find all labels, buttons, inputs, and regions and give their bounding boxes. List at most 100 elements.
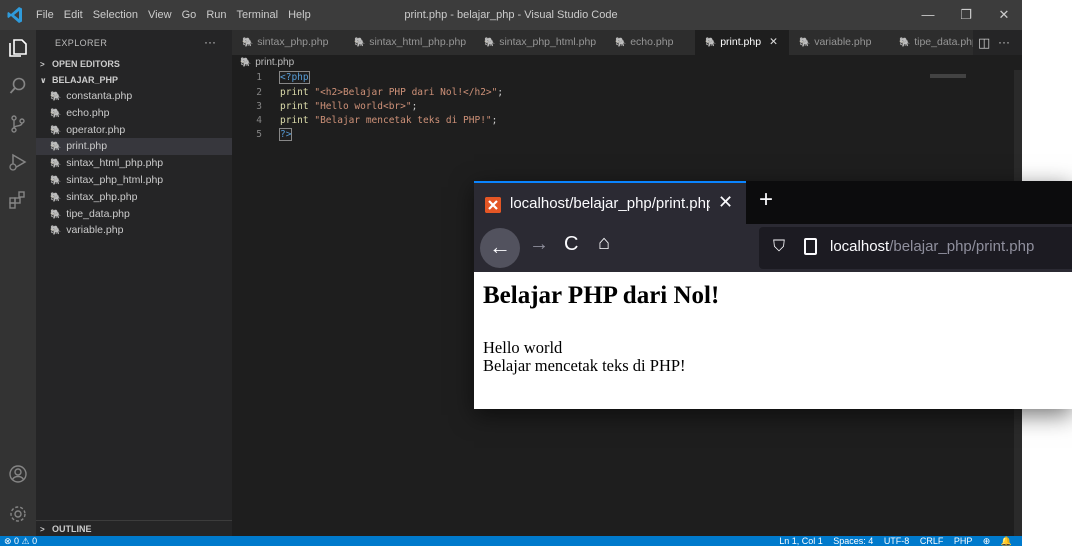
menu-run[interactable]: Run	[206, 9, 226, 21]
file-label: variable.php	[66, 224, 124, 237]
forward-arrow-icon[interactable]: →	[529, 233, 549, 256]
tab-sintax-html-php[interactable]: 🐘 sintax_html_php.php	[344, 30, 474, 55]
php-file-icon: 🐘	[899, 37, 911, 47]
code-line: 4 print "Belajar mencetak teks di PHP!";	[232, 115, 497, 126]
tab-close-icon[interactable]: ✕	[769, 36, 778, 48]
line-ending[interactable]: CRLF	[920, 536, 944, 546]
tab-label: tipe_data.php	[914, 36, 973, 48]
split-editor-icon[interactable]: ◫	[978, 35, 990, 51]
new-tab-button[interactable]: +	[759, 186, 773, 214]
menu-edit[interactable]: Edit	[64, 9, 83, 21]
string-literal: "Hello world<br>"	[314, 101, 412, 112]
menu-terminal[interactable]: Terminal	[237, 9, 279, 21]
file-item-operator[interactable]: 🐘 operator.php	[36, 122, 232, 139]
tab-print[interactable]: 🐘 print.php ✕	[695, 30, 789, 55]
tab-label: sintax_php_html.php	[499, 36, 597, 48]
url-text[interactable]: localhost/belajar_php/print.php	[830, 238, 1034, 255]
run-debug-icon[interactable]	[4, 148, 32, 176]
search-icon[interactable]	[4, 72, 32, 100]
php-file-icon: 🐘	[50, 191, 62, 202]
php-file-icon: 🐘	[50, 208, 62, 219]
indentation[interactable]: Spaces: 4	[833, 536, 873, 546]
php-file-icon: 🐘	[50, 107, 62, 118]
file-label: constanta.php	[66, 90, 133, 102]
page-info-icon[interactable]	[804, 238, 817, 255]
outline-label: OUTLINE	[52, 524, 92, 534]
line-number: 4	[256, 115, 262, 126]
menu-file[interactable]: File	[36, 9, 54, 21]
minimap[interactable]	[930, 74, 966, 78]
tab-sintax-php[interactable]: 🐘 sintax_php.php	[232, 30, 344, 55]
file-item-tipe-data[interactable]: 🐘 tipe_data.php	[36, 206, 232, 223]
semicolon: ;	[491, 115, 498, 126]
php-file-icon: 🐘	[50, 124, 62, 135]
php-file-icon: 🐘	[615, 37, 627, 47]
outline-section[interactable]: > OUTLINE	[36, 520, 232, 536]
tab-label: print.php	[720, 36, 762, 48]
menu-selection[interactable]: Selection	[93, 9, 138, 21]
language-mode[interactable]: PHP	[954, 536, 972, 546]
close-button[interactable]: ✕	[988, 0, 1020, 30]
account-icon[interactable]	[4, 460, 32, 488]
encoding[interactable]: UTF-8	[884, 536, 910, 546]
minimize-button[interactable]: —	[912, 0, 944, 30]
semicolon: ;	[411, 101, 418, 112]
line-number: 2	[256, 87, 262, 98]
file-item-constanta[interactable]: 🐘 constanta.php	[36, 88, 232, 105]
php-file-icon: 🐘	[50, 175, 62, 185]
page-text-line-1: Hello world	[483, 338, 563, 357]
file-item-echo[interactable]: 🐘 echo.php	[36, 105, 232, 122]
file-label: tipe_data.php	[66, 207, 130, 220]
project-section[interactable]: ∨ BELAJAR_PHP	[36, 72, 232, 88]
open-editors-section[interactable]: > OPEN EDITORS	[36, 56, 232, 72]
xampp-favicon-icon	[485, 197, 501, 213]
tab-variable[interactable]: 🐘 variable.php	[789, 30, 889, 55]
close-icon[interactable]: ✕	[718, 192, 733, 213]
sidebar-more-button[interactable]: ···	[204, 35, 216, 49]
tracking-shield-icon[interactable]: ⛉	[773, 238, 785, 256]
tab-echo[interactable]: 🐘 echo.php	[605, 30, 695, 55]
file-item-variable[interactable]: 🐘 variable.php	[36, 222, 232, 239]
php-file-icon: 🐘	[240, 57, 252, 67]
open-editors-label: OPEN EDITORS	[52, 59, 120, 69]
more-actions-icon[interactable]: ···	[998, 35, 1010, 49]
notifications-bell-icon[interactable]: 🔔	[1001, 536, 1012, 546]
problems-indicator[interactable]: ⊗ 0 ⚠ 0	[4, 536, 37, 546]
restore-button[interactable]: ❐	[950, 0, 982, 30]
reload-icon[interactable]: C	[564, 233, 578, 256]
home-icon[interactable]: ⌂	[598, 232, 610, 255]
settings-gear-icon[interactable]	[4, 500, 32, 528]
line-number: 3	[256, 101, 262, 112]
sidebar-header: EXPLORER ···	[36, 30, 232, 56]
browser-navbar: ← → C ⌂ ⛉ localhost/belajar_php/print.ph…	[474, 224, 1072, 272]
menu-help[interactable]: Help	[288, 9, 311, 21]
menu-go[interactable]: Go	[182, 9, 197, 21]
line-number: 1	[256, 72, 262, 83]
explorer-icon[interactable]	[4, 34, 32, 62]
tab-tipe-data[interactable]: 🐘 tipe_data.php	[889, 30, 973, 55]
feedback-icon[interactable]: ⊕	[983, 536, 991, 546]
php-file-icon: 🐘	[705, 37, 717, 47]
php-file-icon: 🐘	[50, 91, 62, 101]
extensions-icon[interactable]	[4, 186, 32, 214]
page-heading: Belajar PHP dari Nol!	[483, 282, 720, 309]
statusbar-right: Ln 1, Col 1 Spaces: 4 UTF-8 CRLF PHP ⊕ 🔔	[771, 536, 1012, 546]
browser-tab[interactable]: localhost/belajar_php/print.php ✕	[474, 181, 746, 224]
source-control-icon[interactable]	[4, 110, 32, 138]
file-item-sintax-php[interactable]: 🐘 sintax_php.php	[36, 189, 232, 206]
back-arrow-icon[interactable]: ←	[480, 228, 520, 268]
statusbar: ⊗ 0 ⚠ 0 Ln 1, Col 1 Spaces: 4 UTF-8 CRLF…	[0, 536, 1022, 546]
file-item-sintax-php-html[interactable]: 🐘 sintax_php_html.php	[36, 172, 232, 189]
php-file-icon: 🐘	[484, 37, 496, 47]
project-label: BELAJAR_PHP	[52, 75, 119, 85]
file-item-print[interactable]: 🐘 print.php	[36, 138, 232, 156]
cursor-position[interactable]: Ln 1, Col 1	[779, 536, 823, 546]
file-item-sintax-html-php[interactable]: 🐘 sintax_html_php.php	[36, 155, 232, 172]
tab-label: sintax_html_php.php	[369, 36, 467, 48]
page-content: Belajar PHP dari Nol! Hello world Belaja…	[474, 272, 1072, 409]
keyword-print: print	[280, 115, 309, 126]
url-bar[interactable]: ⛉ localhost/belajar_php/print.php	[759, 227, 1072, 269]
tab-sintax-php-html[interactable]: 🐘 sintax_php_html.php	[474, 30, 605, 55]
breadcrumb[interactable]: 🐘 print.php	[232, 55, 294, 69]
menu-view[interactable]: View	[148, 9, 172, 21]
